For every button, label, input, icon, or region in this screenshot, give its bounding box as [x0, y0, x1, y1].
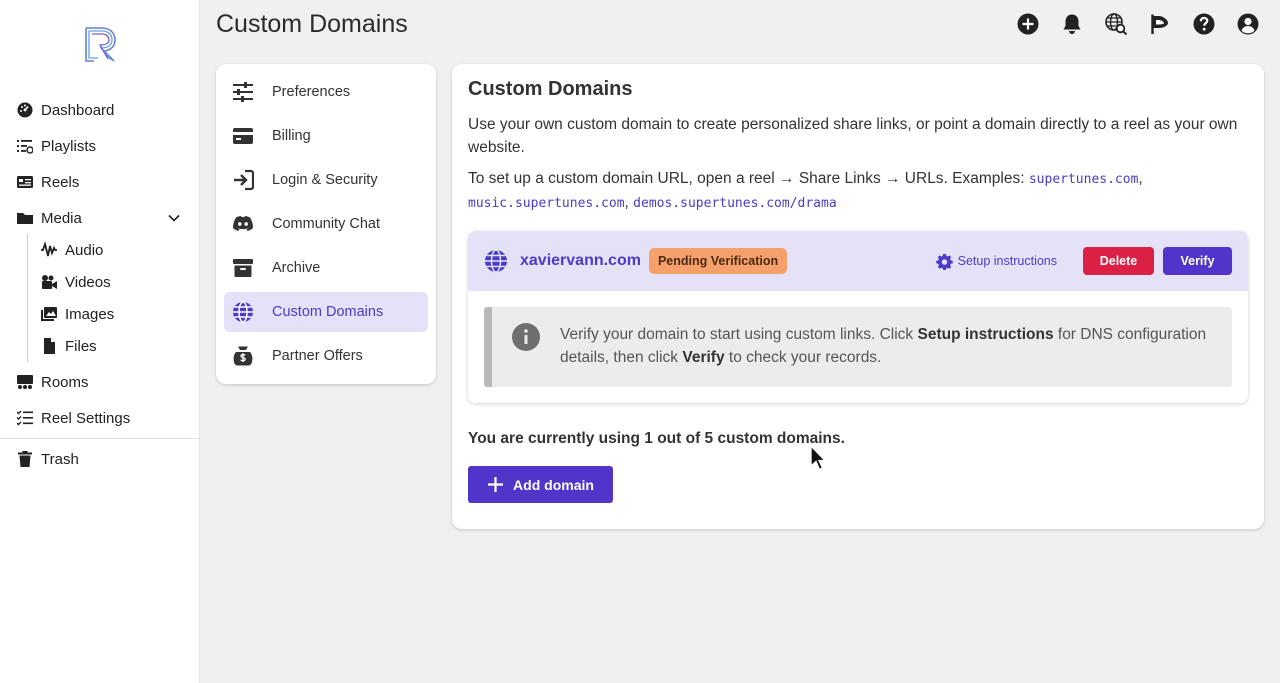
sliders-icon [232, 81, 254, 103]
menu-item-community-chat[interactable]: Community Chat [224, 204, 428, 244]
menu-item-partner-offers[interactable]: Partner Offers [224, 336, 428, 376]
help-icon[interactable] [1192, 11, 1216, 37]
plus-icon [488, 477, 504, 492]
notice-part-3: to check your records. [724, 349, 882, 366]
sidebar-item-label: Dashboard [41, 101, 115, 119]
sidebar-item-label: Images [65, 305, 115, 323]
images-icon [41, 306, 57, 322]
globe-search-icon[interactable] [1104, 11, 1128, 37]
video-icon [41, 274, 57, 290]
sidebar-item-label: Files [65, 337, 97, 355]
add-domain-button[interactable]: Add domain [468, 466, 613, 503]
domain-card: xaviervann.com Pending Verification Setu… [468, 231, 1248, 403]
trash-icon [17, 451, 33, 467]
flag-icon[interactable] [1148, 11, 1172, 37]
login-icon [232, 169, 254, 191]
sidebar-item-files[interactable]: Files [0, 330, 199, 362]
credit-card-icon [232, 125, 254, 147]
description: Use your own custom domain to create per… [468, 116, 1238, 156]
setup-hint-text: To set up a custom domain URL, open a re… [468, 170, 1029, 187]
menu-item-label: Custom Domains [272, 304, 384, 320]
sidebar-item-label: Videos [65, 273, 111, 291]
sidebar-item-label: Trash [41, 450, 79, 468]
sidebar-item-reel-settings[interactable]: Reel Settings [0, 402, 199, 434]
menu-item-preferences[interactable]: Preferences [224, 72, 428, 112]
sidebar: Dashboard Playlists Reels Media Audio Vi… [0, 0, 200, 683]
verify-button[interactable]: Verify [1163, 247, 1232, 275]
sidebar-item-label: Rooms [41, 373, 89, 391]
notice-bold-2: Verify [682, 349, 725, 366]
setup-hint: To set up a custom domain URL, open a re… [468, 170, 1143, 211]
domain-card-body: Verify your domain to start using custom… [468, 291, 1248, 403]
sidebar-item-trash[interactable]: Trash [0, 443, 199, 475]
sidebar-item-rooms[interactable]: Rooms [0, 366, 199, 398]
money-bag-icon [232, 345, 254, 367]
domain-name: xaviervann.com [520, 252, 641, 269]
menu-item-label: Partner Offers [272, 348, 363, 364]
globe-icon [232, 301, 254, 323]
menu-item-label: Archive [272, 260, 321, 276]
menu-item-label: Community Chat [272, 216, 380, 232]
setup-instructions-label: Setup instructions [957, 254, 1057, 268]
usage-text: You are currently using 1 out of 5 custo… [468, 430, 845, 447]
setup-instructions-link[interactable]: Setup instructions [935, 253, 1057, 270]
notice-bold-1: Setup instructions [917, 326, 1054, 343]
section-title: Custom Domains [468, 78, 633, 100]
discord-icon [232, 213, 254, 235]
menu-item-label: Preferences [272, 84, 351, 100]
gauge-icon [17, 102, 33, 118]
settings-menu: Preferences Billing Login & Security Com… [216, 64, 436, 384]
status-badge: Pending Verification [648, 248, 788, 274]
example-domain-3: demos.supertunes.com/drama [633, 196, 837, 211]
menu-item-label: Login & Security [272, 172, 378, 188]
sidebar-item-dashboard[interactable]: Dashboard [0, 94, 199, 126]
add-domain-label: Add domain [513, 476, 594, 493]
file-icon [41, 338, 57, 354]
sidebar-item-images[interactable]: Images [0, 298, 199, 330]
chevron-down-icon[interactable] [167, 211, 181, 225]
menu-item-label: Billing [272, 128, 311, 144]
custom-domains-panel: Custom Domains Use your own custom domai… [452, 64, 1264, 529]
bell-icon[interactable] [1060, 11, 1084, 37]
sidebar-item-label: Reel Settings [41, 409, 131, 427]
archive-icon [232, 257, 254, 279]
sidebar-item-label: Playlists [41, 137, 97, 155]
domain-card-header: xaviervann.com Pending Verification Setu… [468, 231, 1248, 291]
example-domain-2: music.supertunes.com [468, 196, 625, 211]
sidebar-item-label: Audio [65, 241, 104, 259]
notice-part-1: Verify your domain to start using custom… [560, 326, 918, 343]
app-logo[interactable] [80, 24, 118, 64]
sidebar-item-media[interactable]: Media [0, 202, 199, 234]
menu-item-custom-domains[interactable]: Custom Domains [224, 292, 428, 332]
gear-icon [935, 253, 953, 270]
menu-item-billing[interactable]: Billing [224, 116, 428, 156]
add-circle-icon[interactable] [1016, 11, 1040, 37]
account-icon[interactable] [1236, 11, 1260, 37]
sidebar-item-audio[interactable]: Audio [0, 234, 199, 266]
reel-icon [17, 174, 33, 190]
top-toolbar [1016, 11, 1260, 37]
playlist-icon [17, 138, 33, 154]
sidebar-item-label: Media [41, 209, 82, 227]
sidebar-item-reels[interactable]: Reels [0, 166, 199, 198]
verification-notice: Verify your domain to start using custom… [484, 307, 1232, 387]
waveform-icon [41, 242, 57, 258]
mouse-cursor-icon [810, 445, 826, 471]
globe-icon [485, 249, 507, 273]
sidebar-divider [0, 438, 199, 439]
rooms-icon [17, 374, 33, 390]
folder-icon [17, 210, 33, 226]
example-domain-1: supertunes.com [1028, 172, 1139, 187]
menu-item-login-security[interactable]: Login & Security [224, 160, 428, 200]
menu-item-archive[interactable]: Archive [224, 248, 428, 288]
list-check-icon [17, 410, 33, 426]
delete-button[interactable]: Delete [1083, 247, 1154, 275]
notice-text: Verify your domain to start using custom… [560, 323, 1212, 369]
page-title: Custom Domains [216, 10, 408, 38]
info-icon [512, 323, 540, 351]
sidebar-item-videos[interactable]: Videos [0, 266, 199, 298]
sidebar-item-label: Reels [41, 173, 80, 191]
sidebar-item-playlists[interactable]: Playlists [0, 130, 199, 162]
